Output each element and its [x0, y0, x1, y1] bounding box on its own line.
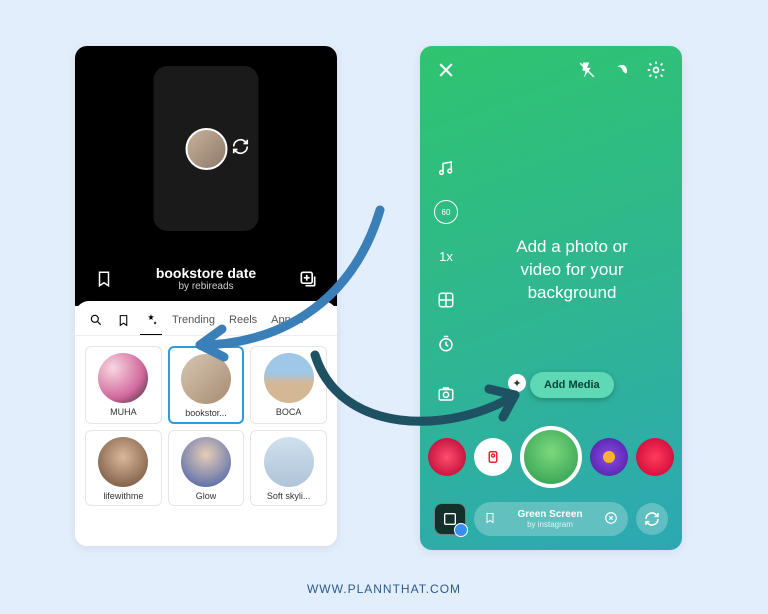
- template-cell-glow[interactable]: Glow: [168, 430, 245, 506]
- template-label: bookstor...: [185, 408, 227, 418]
- template-cell-boca[interactable]: BOCA: [250, 346, 327, 424]
- template-tabs: Trending Reels Appea: [75, 301, 337, 336]
- gallery-picker-button[interactable]: [434, 503, 466, 535]
- search-tab[interactable]: [89, 313, 103, 327]
- refresh-icon[interactable]: [231, 137, 249, 160]
- effect-carousel[interactable]: [420, 426, 682, 488]
- template-title-block: bookstore date by rebireads: [117, 265, 295, 292]
- template-label: Glow: [196, 491, 217, 501]
- for-you-tab[interactable]: [144, 313, 158, 327]
- background-prompt: Add a photo or video for your background: [488, 236, 656, 305]
- trending-tab[interactable]: Trending: [172, 314, 215, 326]
- template-preview-area: bookstore date by rebireads: [75, 46, 337, 306]
- template-thumb: [98, 353, 148, 403]
- template-cell-softskyline[interactable]: Soft skyli...: [250, 430, 327, 506]
- sparkle-icon: ✦: [508, 374, 526, 392]
- effect-option[interactable]: [428, 438, 466, 476]
- template-label: BOCA: [276, 407, 302, 417]
- flash-off-icon[interactable]: [578, 61, 596, 84]
- appearance-tab[interactable]: Appea: [271, 314, 303, 326]
- settings-icon[interactable]: [646, 60, 666, 85]
- close-button[interactable]: [436, 60, 456, 85]
- add-media-label: Add Media: [544, 379, 600, 391]
- clear-effect-icon[interactable]: [604, 511, 618, 528]
- prompt-line: background: [488, 282, 656, 305]
- template-label: lifewithme: [103, 491, 143, 501]
- saved-tab[interactable]: [117, 314, 130, 327]
- reels-tab[interactable]: Reels: [229, 314, 257, 326]
- effect-option[interactable]: [474, 438, 512, 476]
- preview-thumbnail: [185, 128, 227, 170]
- template-cell-muha[interactable]: MUHA: [85, 346, 162, 424]
- add-media-button[interactable]: Add Media: [530, 372, 614, 398]
- effect-option[interactable]: [636, 438, 674, 476]
- camera-rail: 60 1x: [434, 156, 458, 406]
- camera-top-bar: [420, 46, 682, 85]
- template-thumb: [98, 437, 148, 487]
- duration-value: 60: [442, 208, 451, 217]
- footer-url: WWW.PLANNTHAT.COM: [0, 582, 768, 596]
- template-thumb: [181, 354, 231, 404]
- effect-author: by instagram: [504, 520, 596, 529]
- speed-value: 1x: [439, 249, 453, 264]
- effect-pill[interactable]: Green Screen by instagram: [474, 502, 628, 536]
- template-thumb: [264, 353, 314, 403]
- template-author: by rebireads: [117, 281, 295, 292]
- timer-button[interactable]: [434, 332, 458, 356]
- prompt-line: video for your: [488, 259, 656, 282]
- template-thumb: [264, 437, 314, 487]
- template-browser-phone: bookstore date by rebireads Trending Ree…: [75, 46, 337, 546]
- motion-icon[interactable]: [612, 61, 630, 84]
- template-video-preview[interactable]: [154, 66, 259, 231]
- layout-button[interactable]: [434, 288, 458, 312]
- speed-button[interactable]: 1x: [434, 244, 458, 268]
- effect-name: Green Screen: [504, 509, 596, 520]
- bookmark-icon[interactable]: [484, 512, 496, 527]
- switch-camera-button[interactable]: [636, 503, 668, 535]
- duration-button[interactable]: 60: [434, 200, 458, 224]
- music-button[interactable]: [434, 156, 458, 180]
- use-template-button[interactable]: [295, 266, 321, 292]
- prompt-line: Add a photo or: [488, 236, 656, 259]
- template-label: MUHA: [110, 407, 137, 417]
- template-thumb: [181, 437, 231, 487]
- template-sheet: Trending Reels Appea MUHA bookstor... BO…: [75, 301, 337, 546]
- template-label: Soft skyli...: [267, 491, 311, 501]
- template-title: bookstore date: [117, 265, 295, 281]
- capture-button[interactable]: [520, 426, 582, 488]
- effect-option[interactable]: [590, 438, 628, 476]
- effect-bar: Green Screen by instagram: [434, 502, 668, 536]
- template-grid: MUHA bookstor... BOCA lifewithme Glow So…: [75, 336, 337, 516]
- story-camera-phone: 60 1x Add a photo or video for your back…: [420, 46, 682, 550]
- gallery-button[interactable]: [434, 382, 458, 406]
- save-bookmark-button[interactable]: [91, 266, 117, 292]
- template-cell-bookstore[interactable]: bookstor...: [168, 346, 245, 424]
- template-cell-lifewithme[interactable]: lifewithme: [85, 430, 162, 506]
